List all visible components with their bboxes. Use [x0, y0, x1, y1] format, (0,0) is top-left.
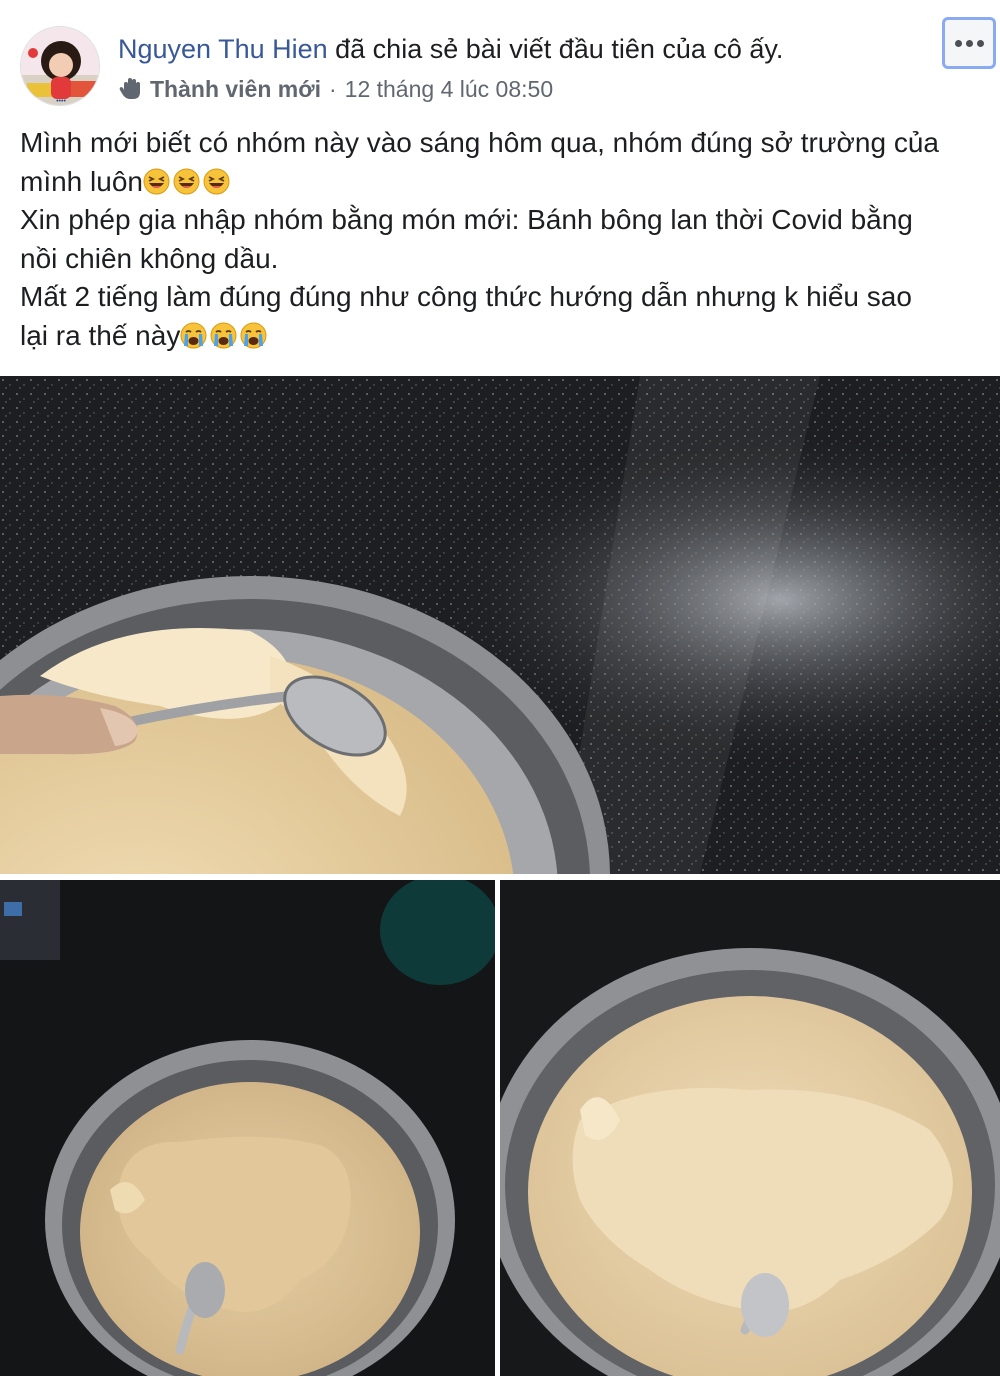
message-line: Mình mới biết có nhóm này vào sáng hôm q…: [20, 124, 985, 163]
laughing-emoji-icon: [143, 168, 170, 195]
post-headline: Nguyen Thu Hien đã chia sẻ bài viết đầu …: [118, 31, 783, 67]
post-action-text: đã chia sẻ bài viết đầu tiên của cô ấy.: [327, 34, 784, 64]
author-avatar[interactable]: ••••: [20, 26, 100, 106]
message-text: lại ra thế này: [20, 319, 181, 351]
member-badge[interactable]: Thành viên mới: [150, 73, 321, 105]
more-options-button[interactable]: [942, 17, 996, 69]
message-text: nồi chiên không dầu.: [20, 242, 279, 274]
post-meta: Thành viên mới · 12 tháng 4 lúc 08:50: [118, 73, 553, 105]
post-photo-3[interactable]: [500, 880, 1000, 1376]
meta-separator: ·: [328, 76, 337, 102]
laughing-emoji-icon: [173, 168, 200, 195]
message-text: Xin phép gia nhập nhóm bằng món mới: Bán…: [20, 204, 913, 235]
post-message: Mình mới biết có nhóm này vào sáng hôm q…: [20, 124, 985, 355]
message-line: Mất 2 tiếng làm đúng đúng như công thức …: [20, 278, 985, 317]
crying-emoji-icon: [180, 322, 207, 349]
svg-text:••••: ••••: [56, 98, 66, 105]
facebook-post: •••• Nguyen Thu Hien đã chia sẻ bài viết…: [0, 0, 1000, 1376]
message-text: Mình mới biết có nhóm này vào sáng hôm q…: [20, 127, 939, 158]
crying-emoji-icon: [210, 322, 237, 349]
message-text: Mất 2 tiếng làm đúng đúng như công thức …: [20, 281, 912, 312]
wave-hand-icon: [118, 76, 144, 102]
post-header: •••• Nguyen Thu Hien đã chia sẻ bài viết…: [0, 0, 1000, 116]
message-text: mình luôn: [20, 165, 143, 197]
laughing-emoji-icon: [203, 168, 230, 195]
message-line: mình luôn: [20, 163, 985, 202]
post-photo-1[interactable]: [0, 376, 1000, 874]
message-line: lại ra thế này: [20, 317, 985, 356]
message-line: Xin phép gia nhập nhóm bằng món mới: Bán…: [20, 201, 985, 240]
message-line: nồi chiên không dầu.: [20, 240, 985, 279]
author-name-link[interactable]: Nguyen Thu Hien: [118, 34, 328, 64]
crying-emoji-icon: [240, 322, 267, 349]
more-dots-icon: [954, 39, 984, 47]
post-timestamp[interactable]: 12 tháng 4 lúc 08:50: [345, 73, 553, 105]
post-photo-2[interactable]: [0, 880, 495, 1376]
